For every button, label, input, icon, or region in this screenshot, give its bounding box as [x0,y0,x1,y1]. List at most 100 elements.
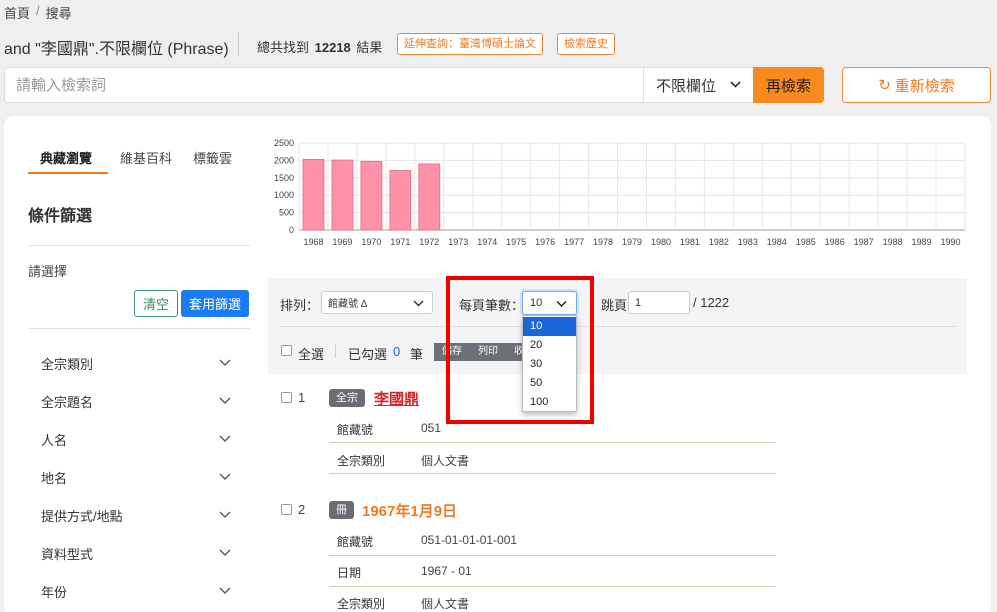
field-select[interactable]: 不限欄位 [643,67,753,103]
selected-label: 已勾選 [348,347,388,362]
field-value: 051 [421,421,442,435]
sort-select[interactable]: 館藏號 Δ [321,291,433,314]
field-value: 個人文書 [421,597,470,611]
divider [28,328,250,329]
x-tick-label: 1976 [535,237,555,247]
search-again-button[interactable]: 再檢索 [753,67,824,103]
y-tick-label: 2000 [274,155,294,165]
x-tick-label: 1990 [941,237,961,247]
selected-unit: 筆 [410,347,424,362]
field-key: 全宗類別 [337,454,386,468]
divider [28,245,250,246]
clear-button[interactable]: 清空 [134,290,178,317]
x-tick-label: 1973 [448,237,468,247]
result-type-badge: 全宗 [329,389,365,407]
x-tick-label: 1982 [709,237,729,247]
query-title: and "李國鼎".不限欄位 (Phrase) [4,41,229,58]
x-tick-label: 1983 [738,237,758,247]
jump-page-label: 跳頁 [601,298,628,313]
y-tick-label: 2500 [274,138,294,148]
breadcrumb-separator: / [36,3,40,18]
reset-search-button[interactable]: ↻ 重新檢索 [842,67,991,103]
breadcrumb-current: 搜尋 [45,6,72,21]
breadcrumb-home-link[interactable]: 首頁 [4,3,30,22]
apply-filter-button[interactable]: 套用篩選 [181,290,249,317]
result-count: 總共找到 12218 結果 [257,37,382,56]
refresh-icon: ↻ [878,77,891,94]
field-value: 051-01-01-01-001 [421,533,518,547]
chart-bar [418,163,441,231]
field-select-value: 不限欄位 [656,77,717,95]
x-tick-label: 1981 [680,237,700,247]
result-type-badge: 冊 [329,501,354,519]
sort-label: 排列： [280,298,320,313]
title-divider [238,32,239,56]
result-number: 2 [298,502,306,517]
sort-select-value: 館藏號 Δ [328,299,368,310]
result-count-prefix: 總共找到 [257,40,310,55]
year-distribution-chart: 0 500 1000 1500 2000 2500 1968 1969 1970 1971 1972… [274,138,966,247]
x-tick-label: 1989 [912,237,932,247]
highlight-box [446,276,594,424]
result-count-number: 12218 [314,40,351,55]
chevron-down-icon[interactable] [219,508,231,520]
result-title-link[interactable]: 李國鼎 [374,388,419,409]
filter-title: 條件篩選 [28,208,93,225]
x-tick-label: 1969 [332,237,352,247]
x-tick-label: 1968 [303,237,323,247]
reset-search-label: 重新檢索 [894,77,955,95]
x-tick-label: 1987 [854,237,874,247]
tab-collection-browse[interactable]: 典藏瀏覽 [40,148,92,167]
chevron-down-icon[interactable] [219,546,231,558]
chevron-down-icon[interactable] [219,394,231,406]
field-key: 日期 [337,566,362,580]
tab-tag-cloud[interactable]: 標籤雲 [193,148,232,167]
chevron-down-icon [730,81,741,88]
chevron-down-icon[interactable] [219,432,231,444]
x-tick-label: 1979 [622,237,642,247]
chart-bar [331,159,354,231]
x-tick-label: 1974 [477,237,497,247]
facet-item[interactable]: 資料型式 [41,544,93,563]
facet-item[interactable]: 全宗類別 [41,354,93,373]
result-number: 1 [298,390,306,405]
search-history-button[interactable]: 檢索歷史 [557,33,615,55]
chevron-down-icon[interactable] [219,470,231,482]
tab-wikipedia[interactable]: 維基百科 [120,148,172,167]
facet-item[interactable]: 全宗題名 [41,392,93,411]
select-all-checkbox[interactable] [281,345,292,356]
chart-bar [360,161,383,231]
jump-page-input[interactable]: 1 [628,291,690,314]
chart-bar [389,170,412,231]
facet-item[interactable]: 年份 [41,582,67,601]
facet-item[interactable]: 提供方式/地點 [41,506,123,525]
facet-item[interactable]: 人名 [41,430,67,449]
result-count-suffix: 結果 [356,40,383,55]
result-checkbox[interactable] [281,392,292,403]
y-tick-label: 0 [289,225,294,235]
x-tick-label: 1985 [796,237,816,247]
result-title-link[interactable]: 1967年1月9日 [362,500,457,521]
result-checkbox[interactable] [281,504,292,515]
field-divider [329,586,776,587]
x-tick-label: 1970 [361,237,381,247]
x-tick-label: 1984 [767,237,787,247]
field-key: 全宗類別 [337,597,386,611]
extend-query-button[interactable]: 延伸查詢：臺灣博碩士論文 [397,33,543,55]
chevron-down-icon[interactable] [219,356,231,368]
chevron-down-icon [413,300,424,307]
x-tick-label: 1971 [390,237,410,247]
divider [335,344,336,358]
field-key: 館藏號 [337,423,374,437]
facet-item[interactable]: 地名 [41,468,67,487]
chevron-down-icon[interactable] [219,584,231,596]
y-tick-label: 1500 [274,173,294,183]
field-key: 館藏號 [337,535,374,549]
x-tick-label: 1977 [564,237,584,247]
breadcrumb: 首頁 / 搜尋 [4,3,72,22]
search-input[interactable] [4,67,643,103]
y-tick-label: 1000 [274,190,294,200]
field-divider [329,555,776,556]
chart-bar [302,158,325,231]
field-divider [329,473,776,474]
